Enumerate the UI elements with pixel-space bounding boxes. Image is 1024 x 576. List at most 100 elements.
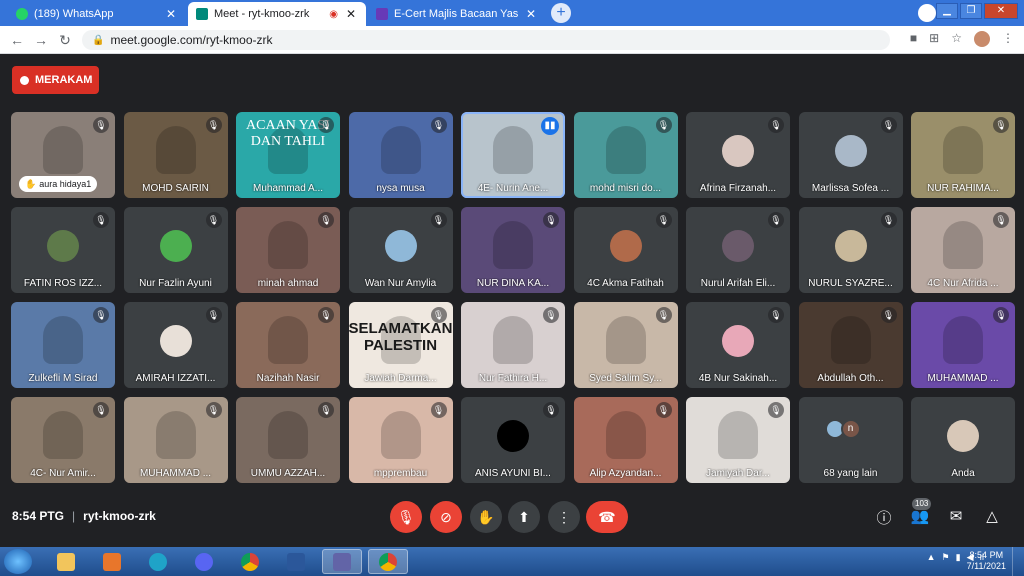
close-window-button[interactable]: ✕ xyxy=(984,3,1018,19)
participant-tile[interactable]: 🎙 Jamiyah Dar... xyxy=(686,397,790,483)
flag-icon[interactable]: ⚑ xyxy=(942,552,950,563)
participant-tile[interactable]: n 68 yang lain xyxy=(798,397,903,483)
participant-tile[interactable]: 🎙 4B Nur Sakinah... xyxy=(686,302,790,388)
participant-tile[interactable]: 🎙 ANIS AYUNI BI... xyxy=(461,397,565,483)
taskbar-media-player[interactable] xyxy=(92,549,132,574)
word-icon xyxy=(287,552,305,571)
participant-name: Abdullah Oth... xyxy=(817,373,884,384)
participant-name: 4C- Nur Amir... xyxy=(30,468,96,479)
participant-tile[interactable]: ✋ aura hidaya1 🎙 xyxy=(11,112,115,198)
participant-tile[interactable]: 🎙 Alip Azyandan... xyxy=(573,397,678,483)
mic-muted-icon: 🎙 xyxy=(543,212,559,228)
taskbar-chrome-active[interactable] xyxy=(368,549,408,574)
leave-call-button[interactable]: ☎ xyxy=(586,501,628,533)
participant-tile[interactable]: 🎙 Afrina Firzanah... xyxy=(686,112,790,198)
participant-tile[interactable]: 🎙 UMMU AZZAH... xyxy=(236,397,340,483)
maximize-button[interactable]: ❐ xyxy=(960,3,982,19)
participant-tile[interactable]: 🎙 minah ahmad xyxy=(236,207,340,293)
avatar xyxy=(47,230,79,262)
participant-video xyxy=(943,126,983,174)
mic-muted-icon: 🎙 xyxy=(93,117,109,133)
participant-tile[interactable]: 🎙 AMIRAH IZZATI... xyxy=(123,302,228,388)
participant-tile[interactable]: ACAAN YASI DAN TAHLI 🎙 Muhammad A... xyxy=(236,112,340,198)
participant-tile[interactable]: 🎙 Wan Nur Amylia xyxy=(348,207,453,293)
chat-icon[interactable]: ✉ xyxy=(946,507,966,525)
participant-video xyxy=(43,411,83,459)
taskbar-word[interactable] xyxy=(276,549,316,574)
participant-tile[interactable]: 🎙 Nazihah Nasir xyxy=(236,302,340,388)
participant-tile[interactable]: SELAMATKAN PALESTIN 🎙 Jawiah Darma... xyxy=(348,302,453,388)
participant-tile[interactable]: 🎙 Nurul Arifah Eli... xyxy=(686,207,790,293)
participant-video xyxy=(605,316,646,364)
participant-name: minah ahmad xyxy=(257,278,319,289)
camera-icon[interactable]: ■ xyxy=(910,31,917,47)
back-icon[interactable]: ← xyxy=(8,31,26,49)
participant-tile[interactable]: 🎙 nysa musa xyxy=(348,112,453,198)
taskbar-teams[interactable] xyxy=(322,549,362,574)
tab-whatsapp[interactable]: (189) WhatsApp ✕ xyxy=(8,2,186,26)
participant-tile[interactable]: 🎙 Marlissa Sofea ... xyxy=(798,112,903,198)
network-icon[interactable]: ▮ xyxy=(956,552,961,563)
mic-muted-icon: 🎙 xyxy=(205,117,222,133)
participant-tile[interactable]: 🎙 4C Nur Afrida ... xyxy=(911,207,1015,293)
taskbar-edge[interactable] xyxy=(138,549,178,574)
participant-tile[interactable]: 🎙 MOHD SAIRIN xyxy=(123,112,228,198)
present-button[interactable]: ⬆ xyxy=(508,501,540,533)
participant-tile[interactable]: 🎙 NURUL SYAZRE... xyxy=(798,207,903,293)
system-clock[interactable]: 8:54 PM 7/11/2021 xyxy=(967,550,1006,572)
more-options-button[interactable]: ⋮ xyxy=(548,501,580,533)
profile-icon[interactable] xyxy=(918,4,936,22)
start-button[interactable] xyxy=(4,549,32,574)
participant-tile[interactable]: 🎙 mohd misri do... xyxy=(573,112,678,198)
participant-tile[interactable]: 🎙 mpprembau xyxy=(348,397,453,483)
new-tab-button[interactable]: + xyxy=(551,3,571,23)
meeting-details-icon[interactable]: ⓘ xyxy=(874,507,894,528)
taskbar-explorer[interactable] xyxy=(46,549,86,574)
participant-tile[interactable]: 🎙 NUR DINA KA... xyxy=(461,207,565,293)
taskbar-discord[interactable] xyxy=(184,549,224,574)
participant-video xyxy=(43,316,83,364)
meeting-code: ryt-kmoo-zrk xyxy=(83,509,156,523)
participant-tile[interactable]: 🎙 MUHAMMAD ... xyxy=(123,397,228,483)
minimize-button[interactable]: ▁ xyxy=(936,3,958,19)
forward-icon[interactable]: → xyxy=(32,31,50,49)
people-icon[interactable]: 103 👥 xyxy=(910,498,932,525)
participant-video xyxy=(718,411,758,459)
participant-tile[interactable]: 🎙 FATIN ROS IZZ... xyxy=(11,207,115,293)
menu-icon[interactable]: ⋮ xyxy=(1002,31,1014,47)
participant-tile[interactable]: Anda xyxy=(911,397,1015,483)
show-hidden-icons[interactable]: ▲ xyxy=(927,552,936,563)
profile-avatar[interactable] xyxy=(974,31,990,47)
reload-icon[interactable]: ↻ xyxy=(56,31,74,49)
close-tab-icon[interactable]: ✕ xyxy=(344,7,358,21)
avatar xyxy=(947,420,979,452)
translate-icon[interactable]: ⊞ xyxy=(929,31,939,47)
url-input[interactable]: 🔒 meet.google.com/ryt-kmoo-zrk xyxy=(82,30,890,50)
participant-tile[interactable]: 🎙 Syed Salim Sy... xyxy=(573,302,678,388)
participant-name: MUHAMMAD ... xyxy=(139,468,212,479)
meeting-time: 8:54 PTG xyxy=(12,509,65,523)
tab-meet[interactable]: Meet - ryt-kmoo-zrk ◉ ✕ xyxy=(188,2,366,26)
participant-tile[interactable]: 🎙 Nur Fazlin Ayuni xyxy=(123,207,228,293)
participant-tile[interactable]: 🎙 NUR RAHIMA... xyxy=(911,112,1015,198)
participant-name: NUR DINA KA... xyxy=(476,278,550,289)
participant-tile[interactable]: 🎙 4C Akma Fatihah xyxy=(573,207,678,293)
participant-tile[interactable]: ▮▮ 4E- Nurin Ane... xyxy=(461,112,565,198)
mic-off-button[interactable]: 🎙 xyxy=(390,501,422,533)
participant-tile[interactable]: 🎙 MUHAMMAD ... xyxy=(911,302,1015,388)
participant-tile[interactable]: 🎙 4C- Nur Amir... xyxy=(11,397,115,483)
activities-icon[interactable]: △ xyxy=(982,507,1002,525)
camera-off-button[interactable]: ⊘ xyxy=(430,501,462,533)
show-desktop-button[interactable] xyxy=(1012,547,1024,576)
participant-tile[interactable]: 🎙 Zulkefli M Sirad xyxy=(11,302,115,388)
mic-muted-icon: 🎙 xyxy=(543,402,559,418)
close-tab-icon[interactable]: ✕ xyxy=(164,7,178,21)
star-icon[interactable]: ☆ xyxy=(951,31,962,47)
tab-ecert[interactable]: E-Cert Majlis Bacaan Yasin dan T ✕ xyxy=(368,2,546,26)
participant-tile[interactable]: 🎙 Abdullah Oth... xyxy=(798,302,903,388)
taskbar-chrome[interactable] xyxy=(230,549,270,574)
mic-muted-icon: 🎙 xyxy=(93,307,109,323)
close-tab-icon[interactable]: ✕ xyxy=(524,7,538,21)
raise-hand-button[interactable]: ✋ xyxy=(470,501,502,533)
participant-tile[interactable]: 🎙 Nur Fathira H... xyxy=(461,302,565,388)
